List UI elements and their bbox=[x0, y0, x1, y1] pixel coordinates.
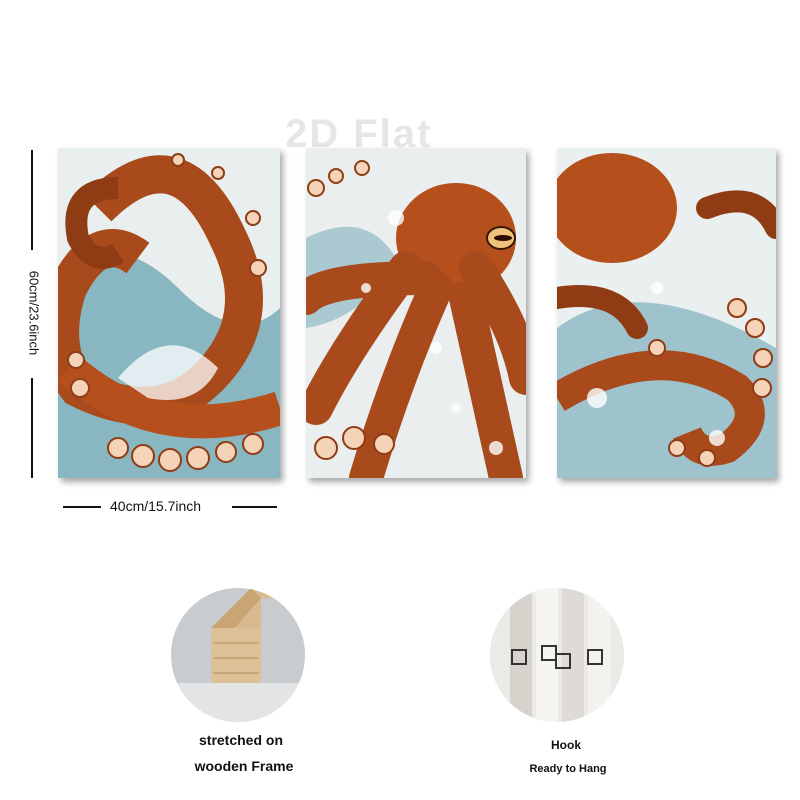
hook-caption: Hook bbox=[551, 738, 581, 752]
hanging-hook-photo bbox=[490, 588, 624, 722]
width-dimension-label: 40cm/15.7inch bbox=[110, 498, 202, 514]
frame-caption-line1: stretched on bbox=[198, 732, 284, 748]
height-dimension-line-bottom bbox=[31, 378, 33, 478]
frame-caption-line2: wooden Frame bbox=[194, 758, 294, 774]
canvas-panel-left bbox=[58, 148, 280, 478]
width-dimension-line-left bbox=[63, 506, 101, 508]
height-dimension-label: 60cm/23.6inch bbox=[26, 270, 42, 356]
height-dimension-line-top bbox=[31, 150, 33, 250]
canvas-panel-right bbox=[557, 148, 776, 478]
wooden-frame-photo bbox=[171, 588, 305, 722]
canvas-panel-center bbox=[306, 148, 526, 478]
width-dimension-line-right bbox=[232, 506, 277, 508]
hook-subcaption: Ready to Hang bbox=[529, 763, 607, 775]
